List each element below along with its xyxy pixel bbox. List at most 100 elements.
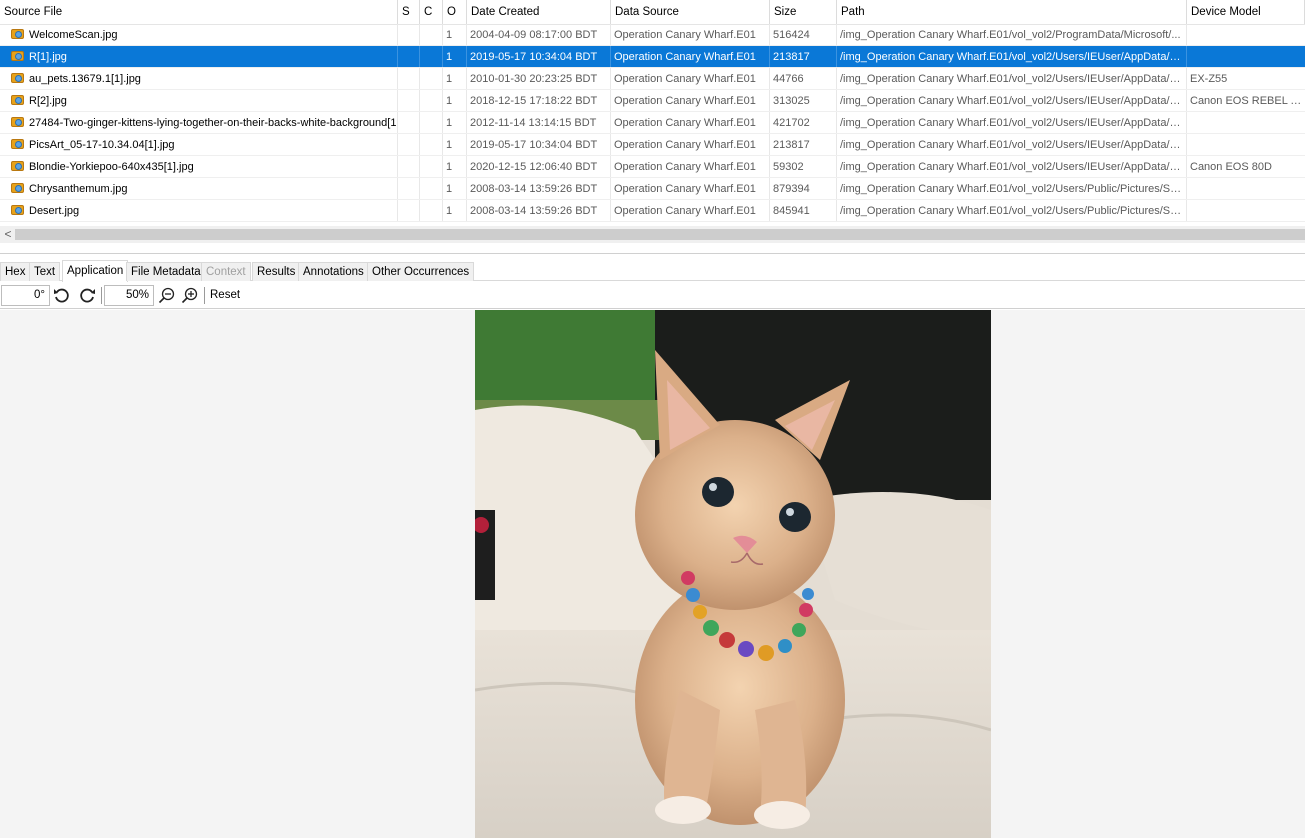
s-cell <box>398 134 420 155</box>
o-cell: 1 <box>443 156 467 177</box>
table-row[interactable]: R[2].jpg 1 2018-12-15 17:18:22 BDT Opera… <box>0 90 1305 112</box>
data-source-cell: Operation Canary Wharf.E01 <box>611 112 770 133</box>
o-cell: 1 <box>443 90 467 111</box>
date-cell: 2019-05-17 10:34:04 BDT <box>467 46 611 67</box>
tab-text[interactable]: Text <box>29 262 61 281</box>
table-row-selected[interactable]: R[1].jpg 1 2019-05-17 10:34:04 BDT Opera… <box>0 46 1305 68</box>
date-cell: 2010-01-30 20:23:25 BDT <box>467 68 611 89</box>
reset-button[interactable]: Reset <box>210 286 240 305</box>
image-file-icon <box>11 161 24 171</box>
path-cell: /img_Operation Canary Wharf.E01/vol_vol2… <box>837 134 1187 155</box>
rotate-right-icon[interactable] <box>77 286 97 306</box>
column-header-s[interactable]: S <box>398 0 420 24</box>
file-name: au_pets.13679.1[1].jpg <box>29 73 141 85</box>
date-cell: 2018-12-15 17:18:22 BDT <box>467 90 611 111</box>
o-cell: 1 <box>443 200 467 221</box>
kitten-photo <box>475 310 991 838</box>
zoom-out-icon[interactable] <box>157 286 177 306</box>
device-cell <box>1187 134 1305 155</box>
c-cell <box>420 112 443 133</box>
file-name: R[2].jpg <box>29 95 67 107</box>
c-cell <box>420 90 443 111</box>
column-header-size[interactable]: Size <box>770 0 837 24</box>
tab-other-occurrences[interactable]: Other Occurrences <box>367 262 475 281</box>
column-header-source-file[interactable]: Source File <box>0 0 398 24</box>
tab-hex[interactable]: Hex <box>0 262 31 281</box>
size-cell: 516424 <box>770 24 837 45</box>
rotation-field[interactable]: 0° <box>1 285 50 306</box>
column-header-c[interactable]: C <box>420 0 443 24</box>
device-cell <box>1187 112 1305 133</box>
o-cell: 1 <box>443 46 467 67</box>
size-cell: 313025 <box>770 90 837 111</box>
data-source-cell: Operation Canary Wharf.E01 <box>611 200 770 221</box>
c-cell <box>420 134 443 155</box>
s-cell <box>398 178 420 199</box>
data-source-cell: Operation Canary Wharf.E01 <box>611 156 770 177</box>
s-cell <box>398 90 420 111</box>
tab-results[interactable]: Results <box>252 262 301 281</box>
tab-annotations[interactable]: Annotations <box>298 262 369 281</box>
o-cell: 1 <box>443 24 467 45</box>
tab-file-metadata[interactable]: File Metadata <box>126 262 206 281</box>
path-cell: /img_Operation Canary Wharf.E01/vol_vol2… <box>837 112 1187 133</box>
toolbar-separator <box>101 287 102 304</box>
path-cell: /img_Operation Canary Wharf.E01/vol_vol2… <box>837 68 1187 89</box>
column-header-data-source[interactable]: Data Source <box>611 0 770 24</box>
date-cell: 2004-04-09 08:17:00 BDT <box>467 24 611 45</box>
image-file-icon <box>11 183 24 193</box>
path-cell: /img_Operation Canary Wharf.E01/vol_vol2… <box>837 200 1187 221</box>
table-row[interactable]: 27484-Two-ginger-kittens-lying-together-… <box>0 112 1305 134</box>
size-cell: 213817 <box>770 46 837 67</box>
source-file-cell: 27484-Two-ginger-kittens-lying-together-… <box>0 112 398 133</box>
source-file-cell: Chrysanthemum.jpg <box>0 178 398 199</box>
data-source-cell: Operation Canary Wharf.E01 <box>611 68 770 89</box>
size-cell: 845941 <box>770 200 837 221</box>
table-row[interactable]: Chrysanthemum.jpg 1 2008-03-14 13:59:26 … <box>0 178 1305 200</box>
column-header-o[interactable]: O <box>443 0 467 24</box>
s-cell <box>398 68 420 89</box>
file-name: WelcomeScan.jpg <box>29 29 118 41</box>
s-cell <box>398 24 420 45</box>
data-source-cell: Operation Canary Wharf.E01 <box>611 90 770 111</box>
horizontal-scrollbar[interactable]: < <box>0 226 1305 243</box>
zoom-in-icon[interactable] <box>180 286 200 306</box>
column-header-date-created[interactable]: Date Created <box>467 0 611 24</box>
file-name: R[1].jpg <box>29 51 67 63</box>
file-name: Chrysanthemum.jpg <box>29 183 128 195</box>
source-file-cell: au_pets.13679.1[1].jpg <box>0 68 398 89</box>
rotate-left-icon[interactable] <box>52 286 72 306</box>
table-row[interactable]: Desert.jpg 1 2008-03-14 13:59:26 BDT Ope… <box>0 200 1305 222</box>
image-file-icon <box>11 95 24 105</box>
o-cell: 1 <box>443 68 467 89</box>
source-file-cell: Blondie-Yorkiepoo-640x435[1].jpg <box>0 156 398 177</box>
column-header-device-model[interactable]: Device Model <box>1187 0 1305 24</box>
table-row[interactable]: PicsArt_05-17-10.34.04[1].jpg 1 2019-05-… <box>0 134 1305 156</box>
size-cell: 421702 <box>770 112 837 133</box>
pane-splitter[interactable] <box>0 253 1305 254</box>
source-file-cell: PicsArt_05-17-10.34.04[1].jpg <box>0 134 398 155</box>
size-cell: 59302 <box>770 156 837 177</box>
source-file-cell: R[1].jpg <box>0 46 398 67</box>
date-cell: 2019-05-17 10:34:04 BDT <box>467 134 611 155</box>
file-name: PicsArt_05-17-10.34.04[1].jpg <box>29 139 175 151</box>
c-cell <box>420 200 443 221</box>
table-row[interactable]: au_pets.13679.1[1].jpg 1 2010-01-30 20:2… <box>0 68 1305 90</box>
scroll-left-arrow[interactable]: < <box>2 227 14 242</box>
device-cell <box>1187 200 1305 221</box>
c-cell <box>420 156 443 177</box>
tab-application[interactable]: Application <box>62 260 129 282</box>
table-row[interactable]: Blondie-Yorkiepoo-640x435[1].jpg 1 2020-… <box>0 156 1305 178</box>
date-cell: 2008-03-14 13:59:26 BDT <box>467 200 611 221</box>
image-toolbar: 0° 50% Reset <box>0 282 1305 309</box>
scroll-thumb[interactable] <box>15 229 1305 240</box>
c-cell <box>420 24 443 45</box>
zoom-field[interactable]: 50% <box>104 285 154 306</box>
tab-context: Context <box>201 262 251 281</box>
table-row[interactable]: WelcomeScan.jpg 1 2004-04-09 08:17:00 BD… <box>0 24 1305 46</box>
image-viewer <box>0 310 1305 838</box>
table-header: Source File S C O Date Created Data Sour… <box>0 0 1305 25</box>
image-file-icon <box>11 139 24 149</box>
column-header-path[interactable]: Path <box>837 0 1187 24</box>
date-cell: 2020-12-15 12:06:40 BDT <box>467 156 611 177</box>
